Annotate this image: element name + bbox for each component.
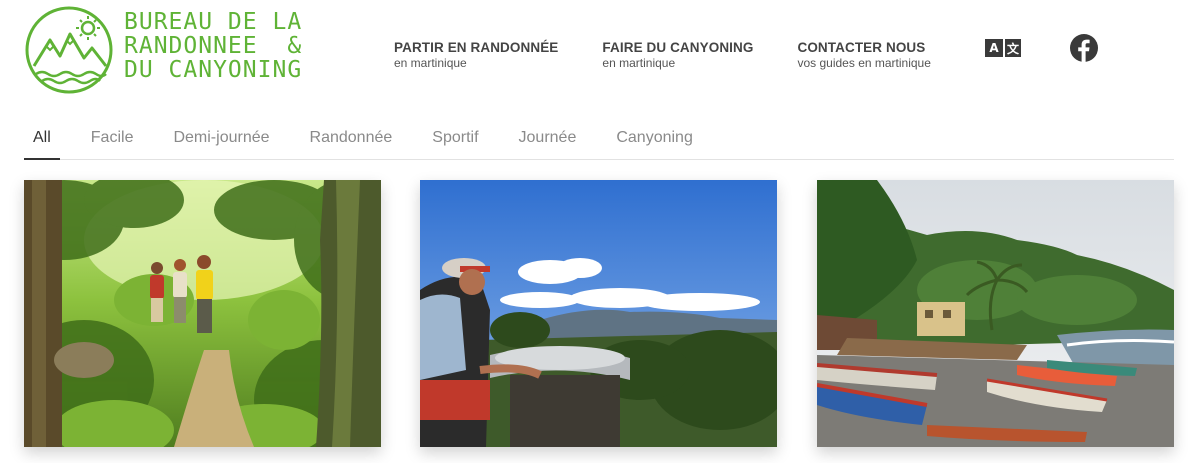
translate-icon[interactable]: A 文: [985, 39, 1021, 57]
nav-contacter-nous[interactable]: CONTACTER NOUS vos guides en martinique: [797, 40, 930, 70]
filter-tab-canyoning[interactable]: Canyoning: [607, 118, 702, 160]
fishing-boats-image: [817, 180, 1174, 447]
gallery-item-hiker-at-viewpoint[interactable]: [420, 180, 777, 447]
nav-item-title: FAIRE DU CANYONING: [602, 40, 754, 55]
viewpoint-hiker-image: [420, 180, 777, 447]
nav-item-title: CONTACTER NOUS: [797, 40, 926, 55]
nav-item-subtitle: vos guides en martinique: [797, 56, 931, 70]
translate-icon-cjk: 文: [1003, 39, 1021, 57]
logo-line-1: BUREAU DE LA: [124, 9, 303, 35]
rainforest-hikers-image: [24, 180, 381, 447]
main-nav: PARTIR EN RANDONNÉE en martinique FAIRE …: [394, 40, 975, 70]
mountain-sun-logo-icon: [25, 6, 113, 94]
translate-icon-latin: A: [985, 39, 1003, 57]
filter-tab-all[interactable]: All: [24, 118, 60, 160]
nav-partir-en-randonnee[interactable]: PARTIR EN RANDONNÉE en martinique: [394, 40, 558, 70]
photo-gallery: [24, 180, 1174, 447]
category-filter-tabs: All Facile Demi-journée Randonnée Sporti…: [24, 118, 1174, 160]
nav-item-title: PARTIR EN RANDONNÉE: [394, 40, 559, 55]
nav-item-subtitle: en martinique: [602, 56, 676, 70]
filter-tab-facile[interactable]: Facile: [82, 118, 143, 160]
logo-line-2: RANDONNEE &: [124, 33, 303, 59]
facebook-icon[interactable]: [1070, 34, 1098, 62]
logo-line-3: DU CANYONING: [124, 57, 303, 83]
filter-tab-journee[interactable]: Journée: [510, 118, 586, 160]
nav-item-subtitle: en martinique: [394, 56, 467, 70]
nav-faire-du-canyoning[interactable]: FAIRE DU CANYONING en martinique: [602, 40, 753, 70]
filter-tab-randonnee[interactable]: Randonnée: [301, 118, 402, 160]
filter-tab-demi-journee[interactable]: Demi-journée: [164, 118, 278, 160]
filter-tab-sportif[interactable]: Sportif: [423, 118, 487, 160]
gallery-item-fishing-boats[interactable]: [817, 180, 1174, 447]
logo-wordmark: BUREAU DE LA RANDONNEE & DU CANYONING: [124, 10, 302, 82]
site-logo[interactable]: BUREAU DE LA RANDONNEE & DU CANYONING: [24, 4, 344, 96]
gallery-item-hikers-in-rainforest[interactable]: [24, 180, 381, 447]
